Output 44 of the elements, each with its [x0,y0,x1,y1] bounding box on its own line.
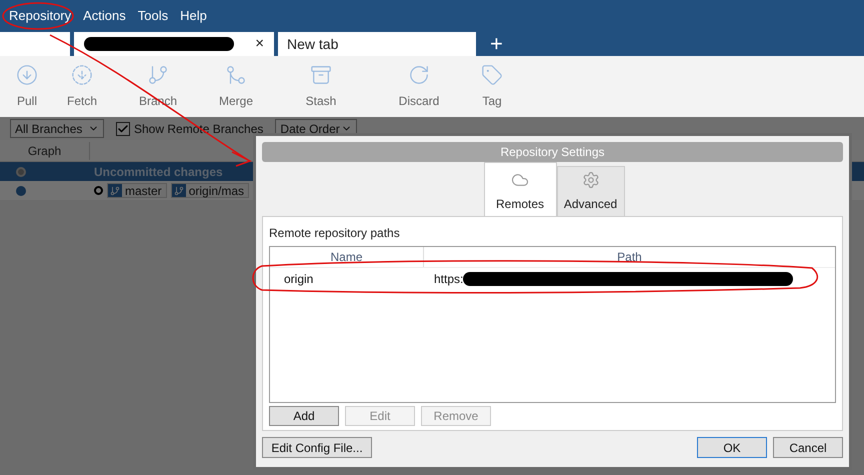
download-icon [71,64,93,86]
annotation-ellipse [2,2,74,30]
rotate-icon [408,64,430,86]
toolbar-button[interactable]: Discard [376,64,462,110]
check-icon [117,122,129,134]
remote-row[interactable]: origin https: [270,268,835,289]
cancel-button[interactable]: Cancel [773,437,843,458]
cloud-icon [511,171,529,189]
toolbar-button[interactable]: Merge [206,64,266,110]
add-tab-button[interactable]: + [490,32,503,56]
column-header: Name [270,247,424,267]
menu-item[interactable]: Tools [132,6,174,26]
branch-label: master [107,183,167,198]
merge-icon [225,64,247,86]
dialog-title: Repository Settings [262,142,843,162]
dialog-tab[interactable]: Advanced [556,166,624,216]
close-icon[interactable]: × [255,32,264,56]
branch-dropdown[interactable]: All Branches [10,119,104,138]
toolbar-button[interactable]: Fetch [54,64,110,110]
branch-label: origin/mas [170,183,250,198]
toolbar-button[interactable]: Tag [462,64,522,110]
branch-icon [147,64,169,86]
ok-button[interactable]: OK [697,437,767,458]
toolbar-button[interactable]: Pull [0,64,54,110]
menu-item[interactable]: Repository [4,6,76,26]
download-icon [16,64,38,86]
checkbox[interactable] [116,122,130,136]
column-header: Path [616,249,643,266]
graph-node-icon [16,166,26,176]
settings-icon [582,171,600,189]
box-icon [310,64,332,86]
tab[interactable]: × [74,32,274,56]
branch-icon [110,186,120,196]
toolbar-button[interactable]: Stash [266,64,376,110]
menu-item[interactable]: Help [175,6,212,26]
edit-config-button[interactable]: Edit Config File... [262,437,372,458]
tag-icon [481,64,503,86]
tab[interactable]: New tab [278,32,476,56]
remote-action-button[interactable]: Add [269,406,339,426]
branch-icon [174,186,184,196]
menu-item[interactable]: Actions [78,6,131,26]
dialog-tab[interactable]: Remotes [484,162,556,216]
group-label: Remote repository paths [269,225,401,242]
graph-node-icon [16,186,26,196]
